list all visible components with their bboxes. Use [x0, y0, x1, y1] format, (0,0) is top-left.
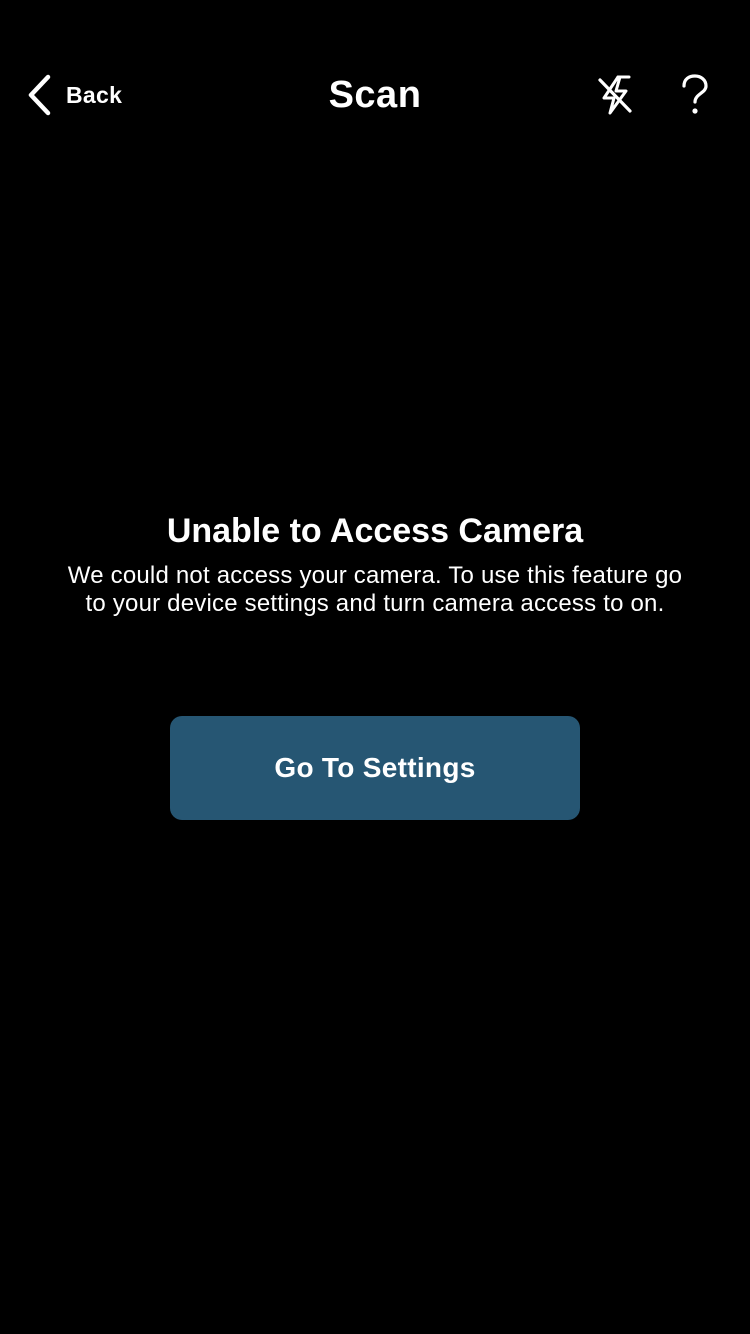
nav-bar: Back Scan — [0, 50, 750, 140]
error-description: We could not access your camera. To use … — [67, 562, 683, 617]
question-mark-icon — [682, 74, 708, 114]
error-title: Unable to Access Camera — [166, 512, 584, 550]
flash-toggle-button[interactable] — [590, 70, 640, 120]
help-button[interactable] — [670, 70, 720, 120]
flash-off-icon — [598, 75, 632, 115]
go-to-settings-button[interactable]: Go To Settings — [170, 716, 580, 820]
camera-error-message: Unable to Access Camera We could not acc… — [60, 508, 690, 618]
